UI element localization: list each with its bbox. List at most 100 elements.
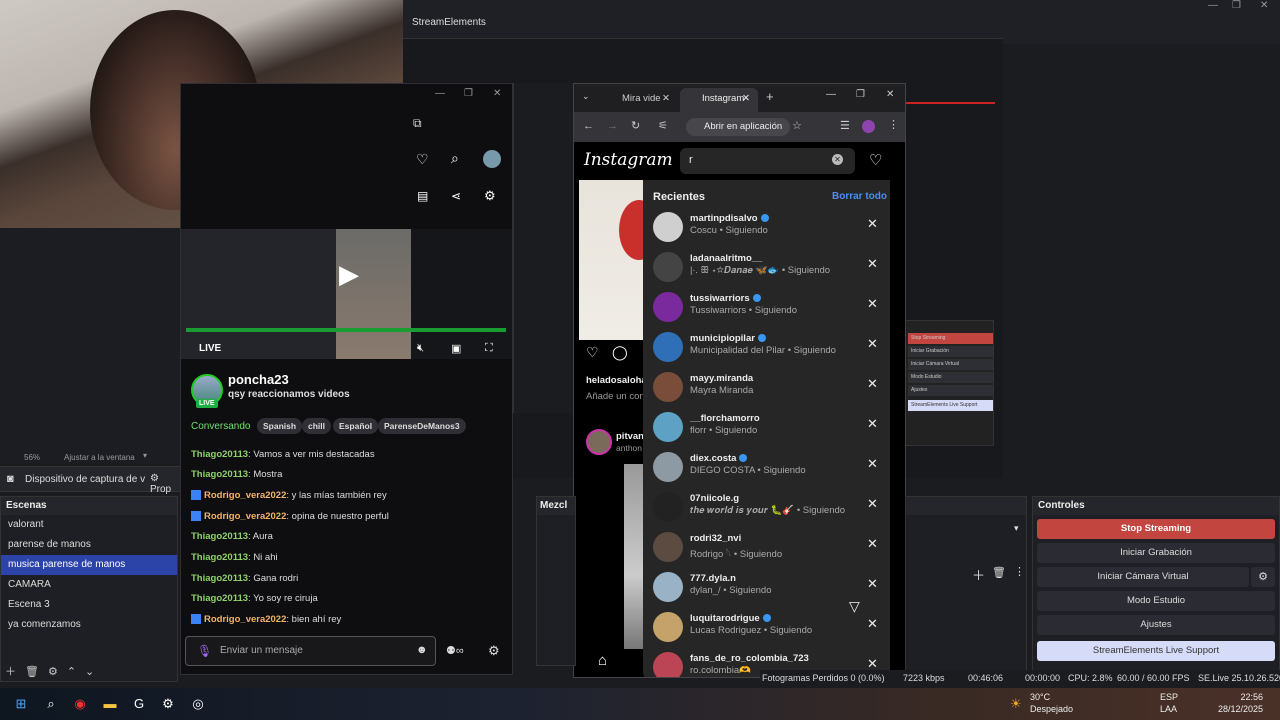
- media-icon[interactable]: ☰: [840, 119, 850, 132]
- obs-icon[interactable]: ◎: [189, 695, 207, 713]
- zoom-level[interactable]: 56%: [24, 453, 40, 462]
- clear-all-button[interactable]: Borrar todo: [832, 191, 887, 202]
- stop-streaming-button[interactable]: Stop Streaming: [1037, 519, 1275, 539]
- studio-mode-button[interactable]: Modo Estudio: [1037, 591, 1275, 611]
- recent-search-item[interactable]: diex.costa DIEGO COSTA • Siguiendo ✕: [643, 448, 890, 488]
- home-icon[interactable]: ⌂: [598, 652, 607, 669]
- site-info-icon[interactable]: ⚟: [658, 119, 668, 132]
- new-tab-icon[interactable]: +: [766, 89, 774, 104]
- recent-avatar[interactable]: [653, 532, 683, 562]
- chat-input[interactable]: Enviar un mensaje ☻: [185, 636, 436, 666]
- remove-recent-icon[interactable]: ✕: [867, 536, 878, 552]
- maximize-icon[interactable]: ❐: [1232, 0, 1241, 11]
- minimize-icon[interactable]: —: [1208, 0, 1218, 11]
- post-image[interactable]: [579, 180, 643, 340]
- recent-search-item[interactable]: __florchamorro florr • Siguiendo ✕: [643, 408, 890, 448]
- tab-instagram[interactable]: Instagram ✕: [680, 88, 758, 112]
- remove-recent-icon[interactable]: ✕: [867, 576, 878, 592]
- recent-avatar[interactable]: [653, 612, 683, 642]
- recent-username[interactable]: ladanaalritmo__: [690, 253, 762, 264]
- remove-recent-icon[interactable]: ✕: [867, 376, 878, 392]
- post-username[interactable]: heladosaloha: [586, 375, 647, 386]
- start-recording-button[interactable]: Iniciar Grabación: [1037, 543, 1275, 563]
- search-input[interactable]: r ✕: [680, 148, 855, 174]
- scene-item[interactable]: valorant: [1, 515, 177, 535]
- emote-icon[interactable]: ☻: [416, 644, 428, 656]
- heart-icon[interactable]: ♡: [869, 151, 882, 169]
- gear-icon[interactable]: ⚙: [484, 188, 496, 204]
- remove-recent-icon[interactable]: ✕: [867, 216, 878, 232]
- maximize-icon[interactable]: ❐: [464, 88, 473, 99]
- recent-avatar[interactable]: [653, 412, 683, 442]
- points-icon[interactable]: ⚉∞: [446, 644, 464, 657]
- zoom-bar[interactable]: 56% Ajustar a la ventana ▾: [0, 450, 180, 464]
- folder-icon[interactable]: ▬: [101, 695, 119, 713]
- recent-avatar[interactable]: [653, 572, 683, 602]
- twitch-video[interactable]: ▶: [181, 229, 512, 359]
- virtual-camera-button[interactable]: Iniciar Cámara Virtual: [1037, 567, 1249, 587]
- recent-username[interactable]: rodri32_nvi: [690, 533, 741, 544]
- chevron-down-icon[interactable]: ▾: [143, 451, 147, 460]
- share-icon[interactable]: ⋖: [451, 189, 461, 203]
- remove-recent-icon[interactable]: ✕: [867, 336, 878, 352]
- mic-icon[interactable]: 🎙︎: [197, 644, 212, 658]
- post-image[interactable]: [579, 464, 643, 649]
- recent-search-item[interactable]: municipiopilar Municipalidad del Pilar • …: [643, 328, 890, 368]
- clear-search-icon[interactable]: ✕: [832, 154, 843, 165]
- recent-avatar[interactable]: [653, 212, 683, 242]
- recent-search-item[interactable]: 07niicole.g 𝒕𝒉𝒆 𝒘𝒐𝒓𝒍𝒅 𝒊𝒔 𝒚𝒐𝒖𝒓 🐛🎸 • Siguie…: [643, 488, 890, 528]
- scene-item[interactable]: Escena 3: [1, 595, 177, 615]
- trash-icon[interactable]: 🗑︎: [992, 566, 1006, 579]
- remove-recent-icon[interactable]: ✕: [867, 296, 878, 312]
- menu-icon[interactable]: ⋮: [1014, 565, 1025, 578]
- video-progress[interactable]: [186, 328, 506, 332]
- tag-pill[interactable]: Spanish: [257, 418, 303, 434]
- settings-button[interactable]: Ajustes: [1037, 615, 1275, 635]
- scene-item[interactable]: CAMARA: [1, 575, 177, 595]
- open-in-app-button[interactable]: Abrir en aplicación: [686, 118, 791, 136]
- add-icon[interactable]: ＋: [972, 565, 985, 584]
- windows-start-icon[interactable]: ⊞: [12, 695, 30, 713]
- scene-actions[interactable]: ＋🗑⚙︎⌃⌄: [5, 663, 103, 679]
- recent-username[interactable]: fans_de_ro_colombia_723: [690, 653, 809, 664]
- search-icon[interactable]: ⌕: [451, 150, 459, 167]
- tag-pill[interactable]: ParenseDeManos3: [378, 418, 466, 434]
- remove-recent-icon[interactable]: ✕: [867, 616, 878, 632]
- recent-search-item[interactable]: mayy.miranda Mayra Miranda ✕: [643, 368, 890, 408]
- remove-recent-icon[interactable]: ✕: [867, 416, 878, 432]
- heart-icon[interactable]: ♡: [416, 151, 429, 168]
- tab-tiktok[interactable]: Mira vide ✕: [600, 88, 678, 112]
- story-avatar[interactable]: [586, 429, 612, 455]
- recent-username[interactable]: martinpdisalvo: [690, 213, 769, 224]
- recent-username[interactable]: 777.dyla.n: [690, 573, 736, 584]
- comment-icon[interactable]: ◯: [612, 344, 628, 361]
- fit-window[interactable]: Ajustar a la ventana: [64, 453, 135, 462]
- menu-icon[interactable]: ⋮: [888, 118, 899, 131]
- extensions-icon[interactable]: ⧉: [413, 116, 422, 131]
- clock[interactable]: 22:56 28/12/2025: [1218, 692, 1263, 714]
- theater-icon[interactable]: ▣: [451, 342, 461, 355]
- chat-settings-icon[interactable]: ⚙: [488, 643, 500, 659]
- minimize-icon[interactable]: —: [435, 88, 445, 99]
- close-icon[interactable]: ✕: [1260, 0, 1268, 11]
- close-icon[interactable]: ✕: [493, 88, 501, 99]
- like-icon[interactable]: ♡: [586, 344, 599, 361]
- scene-item-selected[interactable]: musica parense de manos: [1, 555, 177, 575]
- forward-icon[interactable]: →: [607, 120, 618, 132]
- close-icon[interactable]: ✕: [886, 89, 894, 100]
- mute-icon[interactable]: 🔇︎: [417, 342, 424, 355]
- recent-username[interactable]: tussiwarriors: [690, 293, 761, 304]
- tag-pill[interactable]: Español: [333, 418, 379, 434]
- app-icon[interactable]: G: [130, 695, 148, 713]
- recent-username[interactable]: mayy.miranda: [690, 373, 753, 384]
- reload-icon[interactable]: ↻: [631, 119, 640, 132]
- recent-avatar[interactable]: [653, 452, 683, 482]
- chevron-down-icon[interactable]: ▾: [1014, 523, 1019, 534]
- recent-avatar[interactable]: [653, 332, 683, 362]
- filter-icon[interactable]: ▽: [849, 598, 860, 615]
- remove-recent-icon[interactable]: ✕: [867, 456, 878, 472]
- play-icon[interactable]: ▶: [339, 259, 359, 290]
- search-icon[interactable]: ⌕: [42, 695, 60, 713]
- gear-icon[interactable]: ⚙: [1251, 567, 1275, 587]
- tag-pill[interactable]: chill: [302, 418, 332, 434]
